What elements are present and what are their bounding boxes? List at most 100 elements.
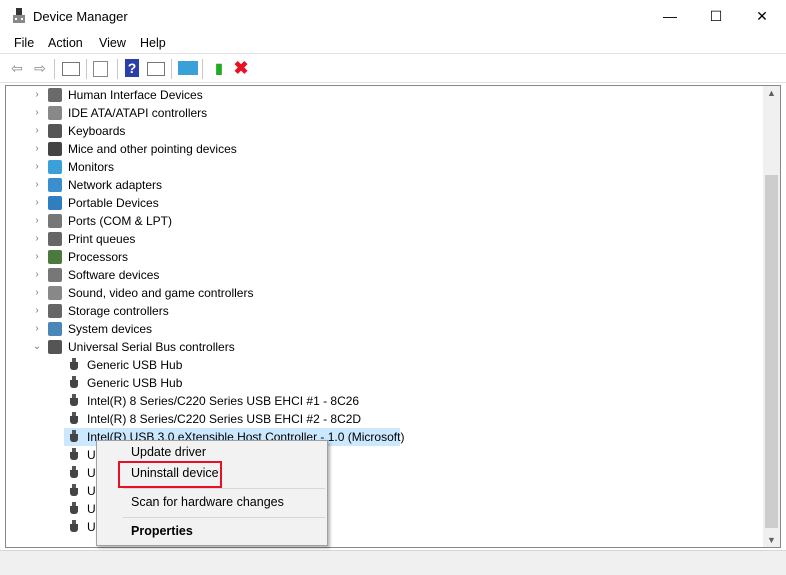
category-icon [48,160,62,174]
usb-device[interactable]: Intel(R) 8 Series/C220 Series USB EHCI #… [6,392,746,410]
category-icon [48,106,62,120]
tree-category[interactable]: › Human Interface Devices [6,86,746,104]
expand-icon[interactable]: › [32,194,42,212]
help-icon[interactable]: ? [125,59,139,77]
context-scan-hardware[interactable]: Scan for hardware changes [131,495,284,509]
scan-hardware-icon[interactable] [178,61,198,75]
category-label: Network adapters [68,178,163,192]
tree-category[interactable]: › Software devices [6,266,746,284]
category-label: Processors [68,250,129,264]
usb-icon [70,430,78,444]
category-label: Mice and other pointing devices [68,142,237,156]
expand-icon[interactable]: › [32,284,42,302]
tree-category[interactable]: › Sound, video and game controllers [6,284,746,302]
window-title: Device Manager [33,9,128,24]
separator [54,59,55,79]
category-label: IDE ATA/ATAPI controllers [68,106,208,120]
category-icon [48,340,62,354]
menu-bar: File Action View Help [0,33,786,53]
context-menu: Update driver Uninstall device Scan for … [96,440,328,546]
expand-icon[interactable]: › [32,158,42,176]
tree-category[interactable]: › Processors [6,248,746,266]
action-pane-icon[interactable] [147,62,165,76]
context-properties[interactable]: Properties [131,524,193,538]
usb-device[interactable]: Intel(R) 8 Series/C220 Series USB EHCI #… [6,410,746,428]
scroll-down-icon[interactable]: ▼ [767,535,776,545]
menu-help[interactable]: Help [140,36,166,50]
scrollbar-thumb[interactable] [765,175,778,528]
menu-separator [123,488,325,489]
device-label: U [87,466,96,480]
expand-icon[interactable]: › [32,248,42,266]
vertical-scrollbar[interactable]: ▲ ▼ [763,86,780,547]
separator [86,59,87,79]
expand-icon[interactable]: › [32,230,42,248]
menu-view[interactable]: View [99,36,126,50]
category-icon [48,196,62,210]
uninstall-icon[interactable]: ✖ [232,59,250,77]
expand-icon[interactable]: › [32,86,42,104]
category-icon [48,214,62,228]
properties-icon[interactable] [93,61,108,77]
usb-icon [70,394,78,408]
tree-category[interactable]: › IDE ATA/ATAPI controllers [6,104,746,122]
usb-device[interactable]: Generic USB Hub [6,356,746,374]
expand-icon[interactable]: › [32,302,42,320]
minimize-button[interactable]: — [647,0,693,32]
tree-category[interactable]: › Portable Devices [6,194,746,212]
device-label: Intel(R) 8 Series/C220 Series USB EHCI #… [87,394,360,408]
usb-icon [70,376,78,390]
expand-icon[interactable]: › [32,140,42,158]
forward-icon[interactable]: ⇨ [31,59,49,77]
tree-category[interactable]: › Mice and other pointing devices [6,140,746,158]
category-icon [48,124,62,138]
show-hide-console-tree-icon[interactable] [62,62,80,76]
category-icon [48,268,62,282]
tree-category[interactable]: ⌄ Universal Serial Bus controllers [6,338,746,356]
scroll-up-icon[interactable]: ▲ [767,88,776,98]
usb-icon [70,484,78,498]
category-icon [48,250,62,264]
usb-icon [70,466,78,480]
category-icon [48,88,62,102]
expand-icon[interactable]: › [32,212,42,230]
tree-category[interactable]: › Keyboards [6,122,746,140]
device-label: U [87,502,96,516]
separator [117,59,118,79]
device-label: Generic USB Hub [87,376,183,390]
collapse-icon[interactable]: ⌄ [32,338,42,356]
back-icon[interactable]: ⇦ [8,59,26,77]
context-uninstall-device[interactable]: Uninstall device [131,466,219,480]
separator [202,59,203,79]
tree-category[interactable]: › Storage controllers [6,302,746,320]
update-driver-icon[interactable]: ▮ [210,59,228,77]
menu-file[interactable]: File [14,36,34,50]
tree-category[interactable]: › Monitors [6,158,746,176]
category-label: Ports (COM & LPT) [68,214,173,228]
maximize-button[interactable]: ☐ [693,0,739,32]
close-button[interactable]: ✕ [739,0,785,32]
context-update-driver[interactable]: Update driver [131,445,206,459]
tree-category[interactable]: › Network adapters [6,176,746,194]
category-label: Universal Serial Bus controllers [68,340,235,354]
usb-device[interactable]: Generic USB Hub [6,374,746,392]
status-bar [0,550,786,575]
expand-icon[interactable]: › [32,122,42,140]
expand-icon[interactable]: › [32,266,42,284]
device-label: U [87,484,96,498]
tree-category[interactable]: › Ports (COM & LPT) [6,212,746,230]
tree-category[interactable]: › System devices [6,320,746,338]
menu-action[interactable]: Action [48,36,83,50]
separator [171,59,172,79]
category-icon [48,178,62,192]
usb-icon [70,502,78,516]
category-icon [48,142,62,156]
category-icon [48,304,62,318]
tree-category[interactable]: › Print queues [6,230,746,248]
expand-icon[interactable]: › [32,104,42,122]
expand-icon[interactable]: › [32,176,42,194]
usb-icon [70,520,78,534]
device-manager-icon [13,8,25,23]
device-label: Intel(R) 8 Series/C220 Series USB EHCI #… [87,412,362,426]
expand-icon[interactable]: › [32,320,42,338]
